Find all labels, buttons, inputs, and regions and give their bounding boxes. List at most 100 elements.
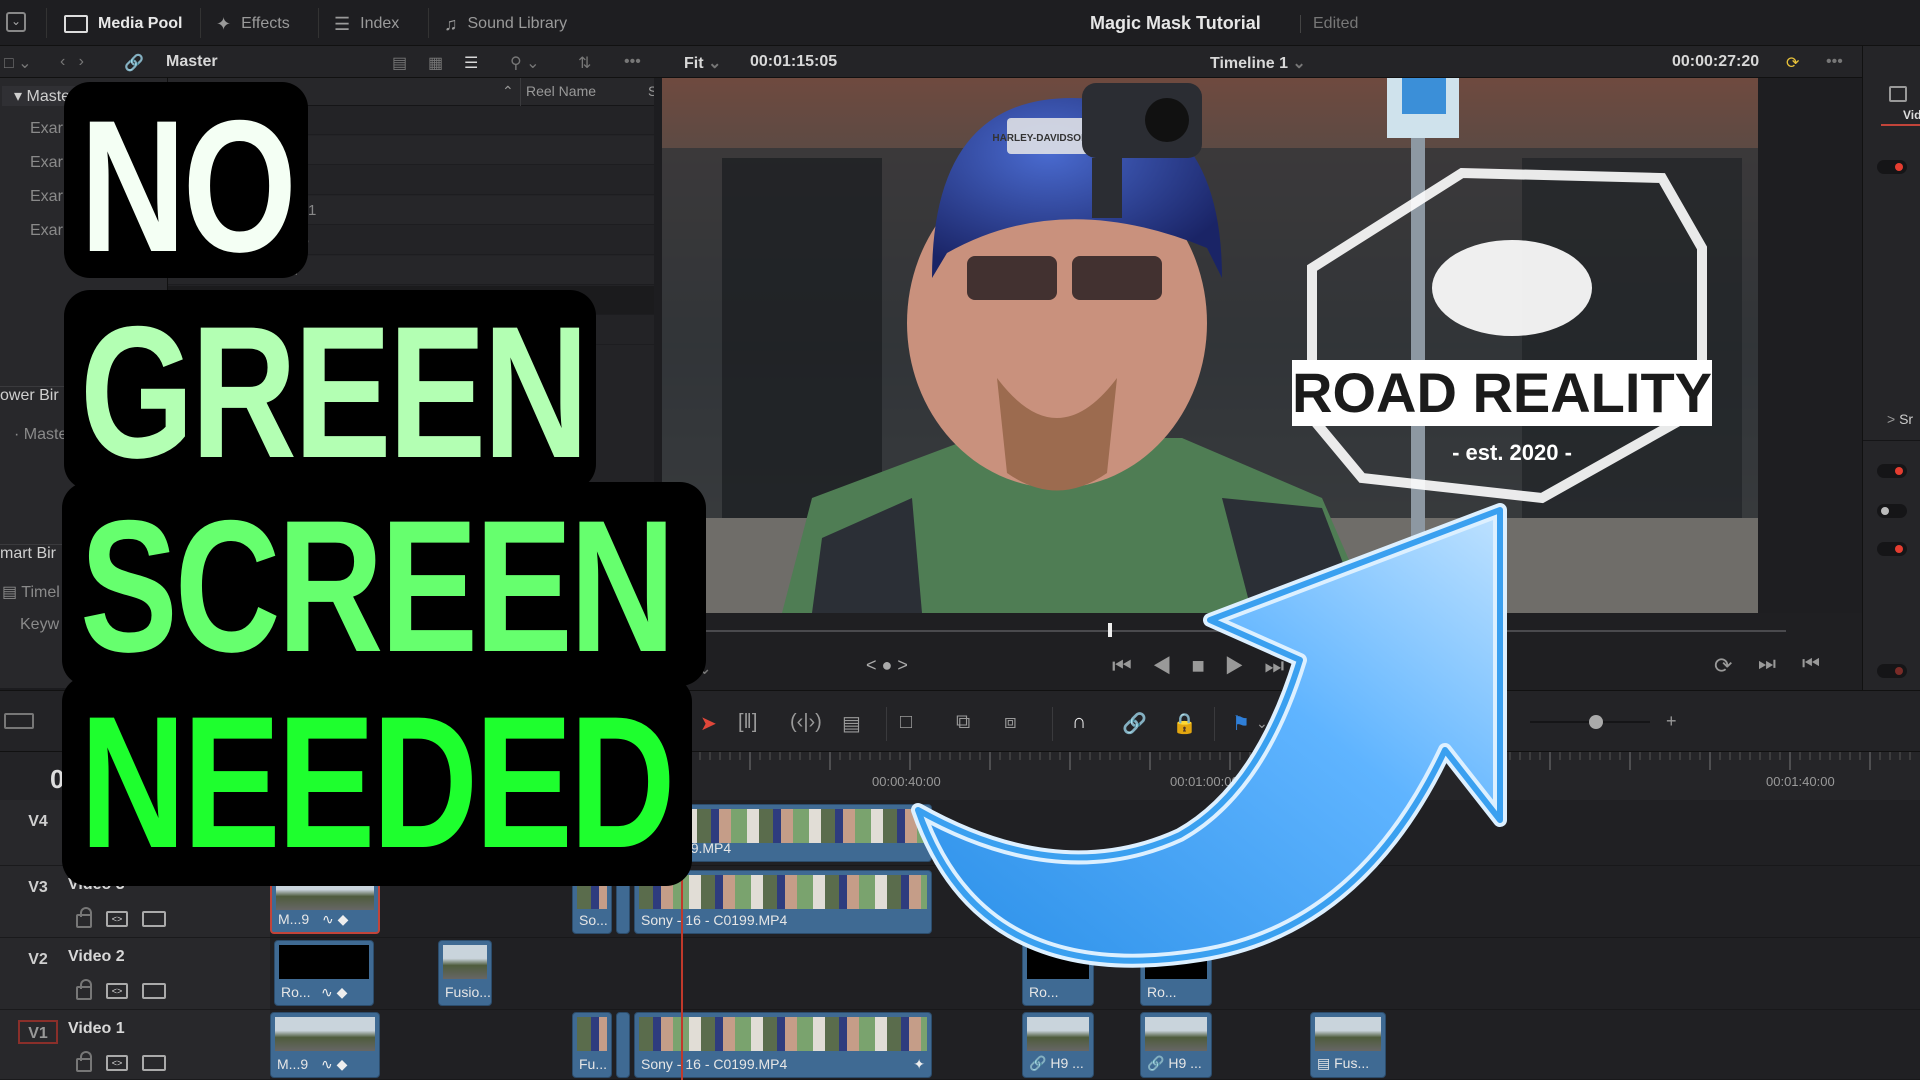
color-magic-icon[interactable]: ⟳ (1786, 53, 1799, 73)
overlay-title-line-2: GREEN (80, 287, 589, 497)
auto-select-icon[interactable]: <> (106, 983, 128, 999)
track-controls: <> (76, 979, 166, 1000)
zoom-in-button[interactable]: + (1666, 711, 1677, 732)
bin-label: Master (166, 53, 218, 70)
toggle-switch[interactable] (1877, 464, 1907, 478)
list-view-icon[interactable]: ☰ (464, 53, 478, 73)
smart-bin-timelines[interactable]: ▤ Timel (2, 582, 60, 602)
nav-back-forward[interactable]: ‹ › (60, 53, 84, 71)
power-bin-master[interactable]: · Maste (14, 426, 67, 444)
timeline-clip[interactable]: Sony - 16 - C0199.MP4 ✦ (634, 1012, 932, 1078)
overlay-title-line-1: NO (80, 81, 297, 291)
timeline-timecode: 00:00:27:20 (1672, 53, 1760, 70)
sunglasses (967, 256, 1057, 300)
auto-select-icon[interactable]: <> (106, 911, 128, 927)
track-enable-icon[interactable] (142, 911, 166, 927)
track-lane-v1[interactable] (270, 1010, 1920, 1080)
toggle-switch[interactable] (1877, 504, 1907, 518)
timeline-clip[interactable] (616, 1012, 630, 1078)
tab-video[interactable]: Vid (1903, 108, 1920, 122)
timeline-clip[interactable]: ▤ Fus... (1310, 1012, 1386, 1078)
timeline-clip[interactable]: Ro... ∿ ◆ (274, 940, 374, 1006)
track-enable-icon[interactable] (142, 1055, 166, 1071)
timeline-view-options-icon[interactable] (4, 713, 34, 729)
secondary-toolbar: □ ⌄ ‹ › 🔗 Master ▤ ▦ ☰ ⚲ ⌄ ⇅ ••• Fit ⌄ 0… (0, 46, 1920, 78)
track-controls: <> (76, 907, 166, 928)
zoom-select[interactable]: Fit ⌄ (684, 53, 721, 73)
track-name: Video 1 (68, 1020, 125, 1037)
prev-edit-button[interactable]: ⏮ (1802, 653, 1820, 676)
lock-icon[interactable] (76, 979, 92, 1000)
sort-icon[interactable]: ⇅ (578, 53, 591, 73)
track-header-v1[interactable]: V1 Video 1 <> (0, 1010, 270, 1080)
effects-wand-icon: ✦ (216, 13, 232, 34)
speed-curve-icon: ∿ ◆ (322, 911, 349, 927)
toggle-switch[interactable] (1877, 542, 1907, 556)
divider (46, 8, 47, 38)
search-icon[interactable]: ⚲ ⌄ (510, 53, 540, 73)
media-pool-button[interactable]: Media Pool (64, 12, 182, 36)
timeline-clip[interactable]: 🔗 H9 ... (1140, 1012, 1212, 1078)
overlay-arrow (911, 503, 1507, 968)
timeline-select[interactable]: Timeline 1 ⌄ (1210, 53, 1306, 73)
lock-icon[interactable] (76, 907, 92, 928)
source-timecode: 00:01:15:05 (750, 53, 838, 70)
divider (428, 8, 429, 38)
layout-dropdown[interactable]: □ ⌄ (4, 53, 32, 73)
index-list-icon: ☰ (334, 13, 351, 34)
index-button[interactable]: ☰ Index (334, 12, 399, 36)
metadata-view-icon[interactable]: ▤ (392, 53, 407, 73)
track-controls: <> (76, 1051, 166, 1072)
smart-bin-keywords[interactable]: Keyw (20, 616, 59, 634)
sort-ascending-icon[interactable]: ⌃ (502, 83, 514, 100)
divider (886, 707, 887, 741)
track-destination-v1[interactable]: V1 (18, 1020, 58, 1044)
magic-mask-icon: ✦ (913, 1056, 925, 1072)
top-toolbar: ⌄ Media Pool ✦ Effects ☰ Index ♫ Sound L… (0, 0, 1920, 46)
auto-select-icon[interactable]: <> (106, 1055, 128, 1071)
project-title: Magic Mask Tutorial (1090, 13, 1261, 33)
link-icon[interactable]: 🔗 (124, 53, 144, 73)
divider (318, 8, 319, 38)
toggle-switch[interactable] (1877, 160, 1907, 174)
track-header-v2[interactable]: V2 Video 2 <> (0, 938, 270, 1010)
grid-view-icon[interactable]: ▦ (428, 53, 443, 73)
dynamic-trim-icon[interactable]: (‹|›) (790, 711, 822, 734)
column-reel-name[interactable]: Reel Name (526, 83, 596, 99)
track-enable-icon[interactable] (142, 983, 166, 999)
selection-tool-icon[interactable]: ➤ (700, 711, 717, 736)
zoom-slider-knob[interactable] (1589, 715, 1603, 729)
more-options-icon[interactable]: ••• (624, 53, 641, 71)
bin-item[interactable]: Exar (30, 188, 63, 206)
overlay-title-line-3: SCREEN (80, 481, 676, 691)
section-expand[interactable]: > Sr (1887, 411, 1913, 427)
bin-item[interactable]: Exar (30, 120, 63, 138)
inspector-panel: Vid > Sr (1862, 46, 1920, 696)
viewer-options-icon[interactable]: ••• (1826, 53, 1843, 71)
timeline-clip[interactable]: Fusio... (438, 940, 492, 1006)
lock-icon[interactable] (76, 1051, 92, 1072)
sound-library-icon: ♫ (444, 13, 458, 34)
bin-item[interactable]: Exar (30, 222, 63, 240)
panel-toggle-button[interactable]: ⌄ (6, 12, 26, 32)
blade-tool-icon[interactable]: ▤ (842, 711, 861, 736)
toggle-switch[interactable] (1877, 664, 1907, 678)
sound-library-button[interactable]: ♫ Sound Library (444, 12, 567, 36)
track-name: Video 2 (68, 948, 125, 965)
effects-button[interactable]: ✦ Effects (216, 12, 290, 36)
media-pool-icon (64, 15, 88, 33)
timeline-clip[interactable]: 🔗 H9 ... (1022, 1012, 1094, 1078)
loop-button[interactable]: ⟳ (1714, 653, 1732, 679)
divider (520, 78, 521, 106)
sign-subtext: - est. 2020 - (1452, 440, 1572, 465)
arrow-shape (911, 503, 1507, 968)
ruler-label: 00:01:40:00 (1766, 774, 1835, 789)
timeline-clip[interactable]: Fu... (572, 1012, 612, 1078)
track-id: V2 (28, 951, 48, 968)
next-edit-button[interactable]: ⏭ (1758, 653, 1776, 676)
bin-item[interactable]: Exar (30, 154, 63, 172)
sign-text: ROAD REALITY (1292, 361, 1712, 424)
viewer-margin (1758, 78, 1862, 613)
timeline-clip[interactable]: M...9 ∿ ◆ (270, 1012, 380, 1078)
trim-tool-icon[interactable]: [‖] (738, 711, 757, 734)
